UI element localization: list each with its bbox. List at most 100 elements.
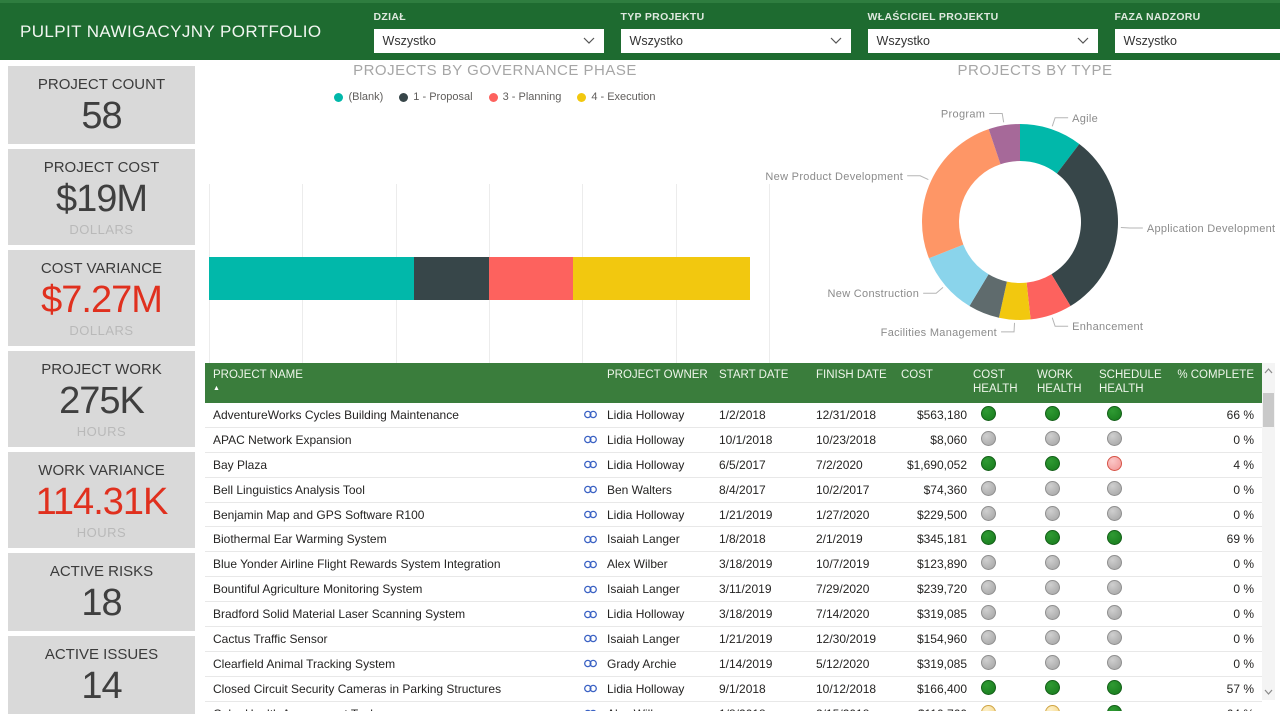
link-icon[interactable] bbox=[583, 483, 598, 496]
project-owner-cell: Grady Archie bbox=[607, 657, 719, 671]
project-link-cell[interactable] bbox=[573, 632, 607, 645]
scroll-down-arrow[interactable] bbox=[1262, 684, 1275, 700]
legend-item-1[interactable]: 1 - Proposal bbox=[399, 91, 472, 103]
cost-cell: $154,960 bbox=[901, 632, 973, 646]
bar-segment-1[interactable] bbox=[414, 257, 489, 300]
project-link-cell[interactable] bbox=[573, 608, 607, 621]
column-header-0[interactable]: PROJECT NAME▲ bbox=[205, 363, 573, 403]
start-date-cell: 1/8/2018 bbox=[719, 707, 816, 711]
legend-item-2[interactable]: 3 - Planning bbox=[489, 91, 562, 103]
link-icon[interactable] bbox=[583, 508, 598, 521]
percent-complete-cell: 0 % bbox=[1175, 557, 1262, 571]
table-scrollbar[interactable] bbox=[1262, 363, 1275, 700]
table-row[interactable]: Blue Yonder Airline Flight Rewards Syste… bbox=[205, 552, 1262, 577]
column-header-5[interactable]: COST bbox=[901, 363, 973, 403]
kpi-title: ACTIVE RISKS bbox=[8, 563, 195, 580]
donut-slice-new-product-development[interactable] bbox=[922, 129, 1001, 258]
work-health-indicator bbox=[1045, 605, 1060, 620]
table-row[interactable]: Bay Plaza Lidia Holloway 6/5/2017 7/2/20… bbox=[205, 453, 1262, 478]
project-owner-cell: Isaiah Langer bbox=[607, 532, 719, 546]
column-header-8[interactable]: SCHEDULE HEALTH bbox=[1099, 363, 1175, 403]
work-health-cell bbox=[1037, 481, 1099, 499]
table-row[interactable]: APAC Network Expansion Lidia Holloway 10… bbox=[205, 428, 1262, 453]
table-row[interactable]: Biothermal Ear Warming System Isaiah Lan… bbox=[205, 527, 1262, 552]
schedule-health-indicator bbox=[1107, 456, 1122, 471]
table-row[interactable]: Coho Health Assessment Tool Alex Wilber … bbox=[205, 702, 1262, 711]
work-health-cell bbox=[1037, 655, 1099, 673]
start-date-cell: 3/18/2019 bbox=[719, 557, 816, 571]
work-health-cell bbox=[1037, 580, 1099, 598]
column-header-9[interactable]: % COMPLETE bbox=[1175, 363, 1262, 403]
filter-2-value: Wszystko bbox=[877, 34, 1077, 48]
link-icon[interactable] bbox=[583, 433, 598, 446]
donut-label-line bbox=[1052, 118, 1068, 127]
donut-slice-application-development[interactable] bbox=[1051, 144, 1118, 306]
filter-3-select[interactable]: Wszystko bbox=[1115, 29, 1280, 53]
work-health-indicator bbox=[1045, 406, 1060, 421]
project-name-cell: Coho Health Assessment Tool bbox=[205, 707, 573, 711]
start-date-cell: 1/21/2019 bbox=[719, 508, 816, 522]
table-row[interactable]: Cactus Traffic Sensor Isaiah Langer 1/21… bbox=[205, 627, 1262, 652]
percent-complete-cell: 64 % bbox=[1175, 707, 1262, 711]
cost-health-cell bbox=[973, 530, 1037, 548]
project-link-cell[interactable] bbox=[573, 458, 607, 471]
legend-item-0[interactable]: (Blank) bbox=[334, 91, 383, 103]
link-icon[interactable] bbox=[583, 533, 598, 546]
project-link-cell[interactable] bbox=[573, 682, 607, 695]
link-icon[interactable] bbox=[583, 458, 598, 471]
link-icon[interactable] bbox=[583, 583, 598, 596]
filter-0-select[interactable]: Wszystko bbox=[374, 29, 604, 53]
project-link-cell[interactable] bbox=[573, 657, 607, 670]
table-row[interactable]: Bell Linguistics Analysis Tool Ben Walte… bbox=[205, 478, 1262, 503]
filter-1-select[interactable]: Wszystko bbox=[621, 29, 851, 53]
project-link-cell[interactable] bbox=[573, 508, 607, 521]
project-name-cell: Closed Circuit Security Cameras in Parki… bbox=[205, 682, 573, 696]
table-row[interactable]: Bradford Solid Material Laser Scanning S… bbox=[205, 602, 1262, 627]
project-link-cell[interactable] bbox=[573, 483, 607, 496]
link-icon[interactable] bbox=[583, 657, 598, 670]
kpi-card-2: COST VARIANCE $7.27MDOLLARS bbox=[8, 250, 195, 346]
work-health-indicator bbox=[1045, 680, 1060, 695]
cost-cell: $319,085 bbox=[901, 607, 973, 621]
table-row[interactable]: Benjamin Map and GPS Software R100 Lidia… bbox=[205, 503, 1262, 528]
donut-label-line bbox=[923, 287, 943, 293]
project-link-cell[interactable] bbox=[573, 583, 607, 596]
column-header-7[interactable]: WORK HEALTH bbox=[1037, 363, 1099, 403]
link-icon[interactable] bbox=[583, 707, 598, 711]
project-link-cell[interactable] bbox=[573, 558, 607, 571]
column-header-2[interactable]: PROJECT OWNER bbox=[607, 363, 719, 403]
column-header-1[interactable] bbox=[573, 363, 607, 403]
chevron-down-icon bbox=[583, 37, 595, 44]
schedule-health-indicator bbox=[1107, 555, 1122, 570]
link-icon[interactable] bbox=[583, 608, 598, 621]
project-link-cell[interactable] bbox=[573, 433, 607, 446]
scroll-thumb[interactable] bbox=[1263, 393, 1274, 427]
scroll-up-arrow[interactable] bbox=[1262, 363, 1275, 379]
table-row[interactable]: AdventureWorks Cycles Building Maintenan… bbox=[205, 403, 1262, 428]
filter-2-select[interactable]: Wszystko bbox=[868, 29, 1098, 53]
finish-date-cell: 7/2/2020 bbox=[816, 458, 901, 472]
finish-date-cell: 7/29/2020 bbox=[816, 582, 901, 596]
link-icon[interactable] bbox=[583, 632, 598, 645]
project-link-cell[interactable] bbox=[573, 408, 607, 421]
table-row[interactable]: Closed Circuit Security Cameras in Parki… bbox=[205, 677, 1262, 702]
percent-complete-cell: 57 % bbox=[1175, 682, 1262, 696]
table-row[interactable]: Clearfield Animal Tracking System Grady … bbox=[205, 652, 1262, 677]
donut-label-line bbox=[907, 176, 928, 180]
bar-segment-3[interactable] bbox=[573, 257, 750, 300]
column-header-4[interactable]: FINISH DATE bbox=[816, 363, 901, 403]
table-row[interactable]: Bountiful Agriculture Monitoring System … bbox=[205, 577, 1262, 602]
column-header-3[interactable]: START DATE bbox=[719, 363, 816, 403]
column-header-6[interactable]: COST HEALTH bbox=[973, 363, 1037, 403]
legend-item-3[interactable]: 4 - Execution bbox=[577, 91, 655, 103]
link-icon[interactable] bbox=[583, 558, 598, 571]
cost-health-indicator bbox=[981, 655, 996, 670]
link-icon[interactable] bbox=[583, 682, 598, 695]
project-link-cell[interactable] bbox=[573, 707, 607, 711]
project-link-cell[interactable] bbox=[573, 533, 607, 546]
project-name-cell: Bay Plaza bbox=[205, 458, 573, 472]
bar-segment-0[interactable] bbox=[209, 257, 414, 300]
bar-segment-2[interactable] bbox=[489, 257, 573, 300]
link-icon[interactable] bbox=[583, 408, 598, 421]
work-health-indicator bbox=[1045, 655, 1060, 670]
